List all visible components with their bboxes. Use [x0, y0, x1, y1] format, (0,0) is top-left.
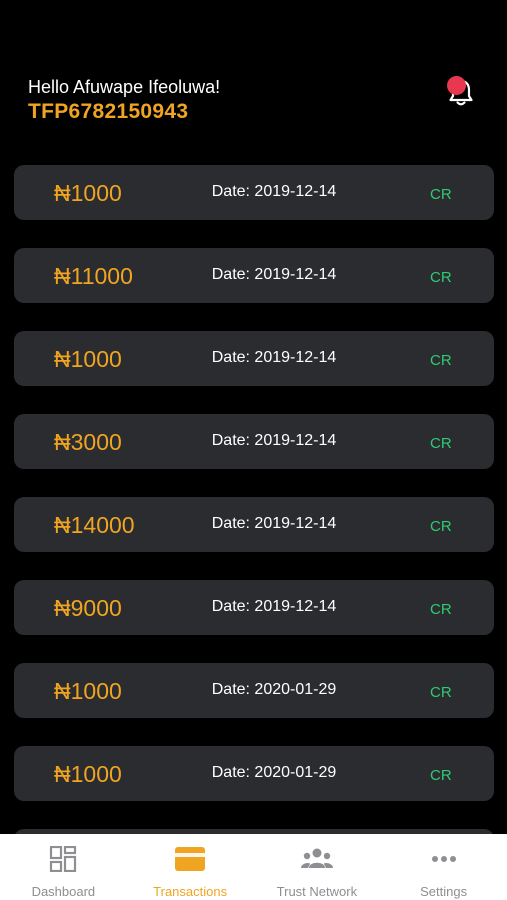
transaction-date: Date: 2020-01-29	[211, 764, 337, 781]
transaction-amount: ₦1000	[54, 180, 122, 206]
transaction-amount: ₦3000	[54, 429, 122, 455]
dashboard-icon	[50, 846, 77, 872]
transaction-amount: ₦9000	[54, 595, 122, 621]
transaction-type: CR	[430, 684, 452, 701]
tab-label-dashboard: Dashboard	[31, 884, 96, 899]
transaction-row[interactable]: ₦1000 Date: 2019-12-14 CR	[14, 165, 494, 220]
tab-label-transactions: Transactions	[153, 884, 228, 899]
transaction-row[interactable]: ₦1000 Date: 2020-01-29 CR	[14, 746, 494, 801]
tab-trust-network[interactable]: Trust Network	[254, 834, 381, 900]
transaction-date: Date: 2019-12-14	[211, 183, 337, 200]
transaction-amount: ₦1000	[54, 761, 122, 787]
transaction-type: CR	[430, 352, 452, 369]
transaction-type: CR	[430, 767, 452, 784]
tab-label-trust-network: Trust Network	[276, 884, 358, 899]
header: Hello Afuwape Ifeoluwa! TFP6782150943	[28, 76, 220, 125]
transaction-date: Date: 2019-12-14	[211, 432, 337, 449]
transaction-date: Date: 2019-12-14	[211, 349, 337, 366]
notifications-button[interactable]	[443, 74, 479, 110]
account-id: TFP6782150943	[28, 100, 189, 123]
greeting-text: Hello Afuwape Ifeoluwa!	[28, 77, 221, 97]
transaction-list: ₦1000 Date: 2019-12-14 CR ₦11000 Date: 2019-…	[14, 165, 494, 900]
transaction-row[interactable]: ₦14000 Date: 2019-12-14 CR	[14, 497, 494, 552]
card-icon	[175, 847, 206, 871]
transaction-amount: ₦11000	[54, 263, 133, 289]
transaction-row[interactable]: ₦9000 Date: 2019-12-14 CR	[14, 580, 494, 635]
transaction-type: CR	[430, 269, 452, 286]
transaction-amount: ₦1000	[54, 678, 122, 704]
transaction-row[interactable]: ₦3000 Date: 2019-12-14 CR	[14, 414, 494, 469]
transaction-date: Date: 2019-12-14	[211, 598, 337, 615]
tab-bar: Dashboard Transactions Trust Network Set…	[0, 834, 507, 900]
transaction-date: Date: 2020-01-29	[211, 681, 337, 698]
tab-transactions[interactable]: Transactions	[127, 834, 254, 900]
transaction-type: CR	[430, 518, 452, 535]
transaction-amount: ₦14000	[54, 512, 135, 538]
transaction-amount: ₦1000	[54, 346, 122, 372]
tab-settings[interactable]: Settings	[380, 834, 507, 900]
more-icon	[431, 856, 456, 862]
transaction-date: Date: 2019-12-14	[211, 266, 337, 283]
transaction-row[interactable]: ₦1000 Date: 2020-01-29 CR	[14, 663, 494, 718]
tab-dashboard[interactable]: Dashboard	[0, 834, 127, 900]
people-icon	[300, 848, 333, 868]
tab-label-settings: Settings	[420, 884, 468, 899]
transaction-date: Date: 2019-12-14	[211, 515, 337, 532]
transaction-type: CR	[430, 435, 452, 452]
transactions-screen: Hello Afuwape Ifeoluwa! TFP6782150943 ₦1…	[0, 0, 507, 900]
transaction-row[interactable]: ₦1000 Date: 2019-12-14 CR	[14, 331, 494, 386]
notification-badge	[447, 76, 466, 95]
transaction-type: CR	[430, 601, 452, 618]
transaction-type: CR	[430, 186, 452, 203]
transaction-row[interactable]: ₦11000 Date: 2019-12-14 CR	[14, 248, 494, 303]
